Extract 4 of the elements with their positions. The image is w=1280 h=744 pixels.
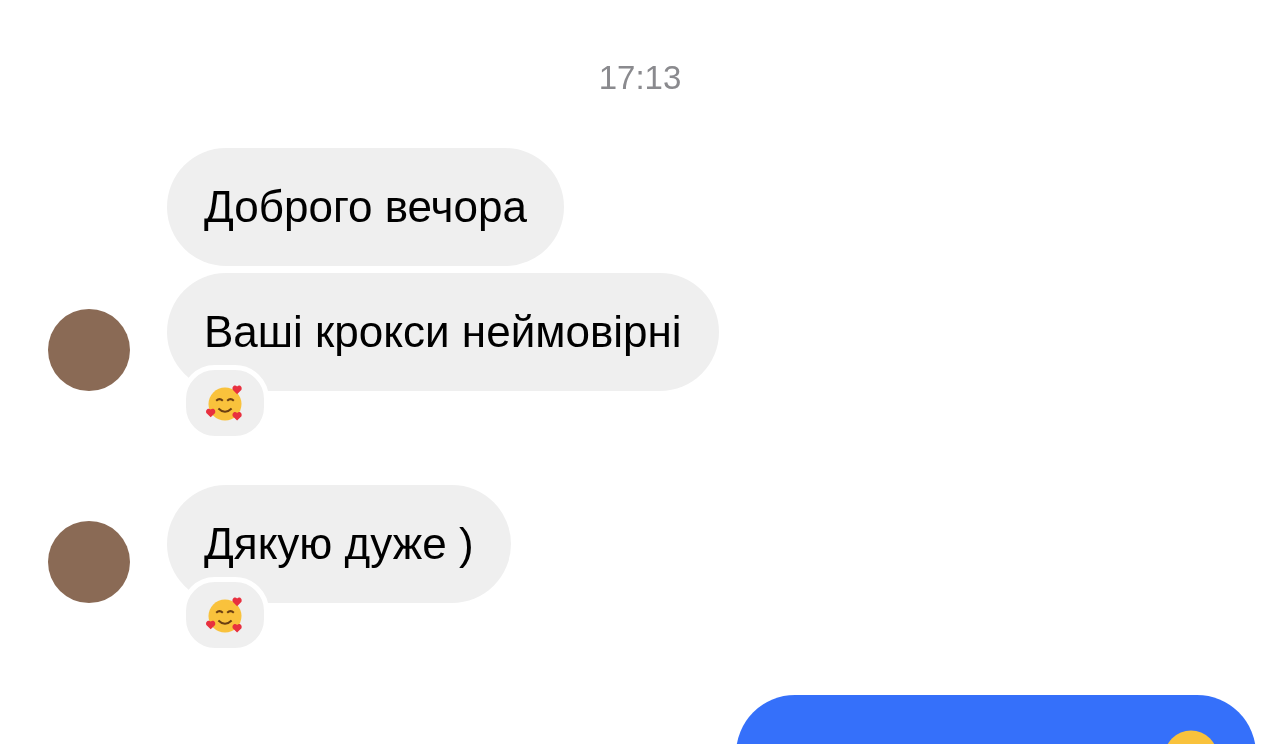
message-bubble: Ваші крокси неймовірні [167,273,719,391]
message-bubble: Дякую дуже ) [167,485,511,603]
message-bubble: Доброго вечора [167,148,564,266]
message-timestamp: 17:13 [598,58,682,98]
